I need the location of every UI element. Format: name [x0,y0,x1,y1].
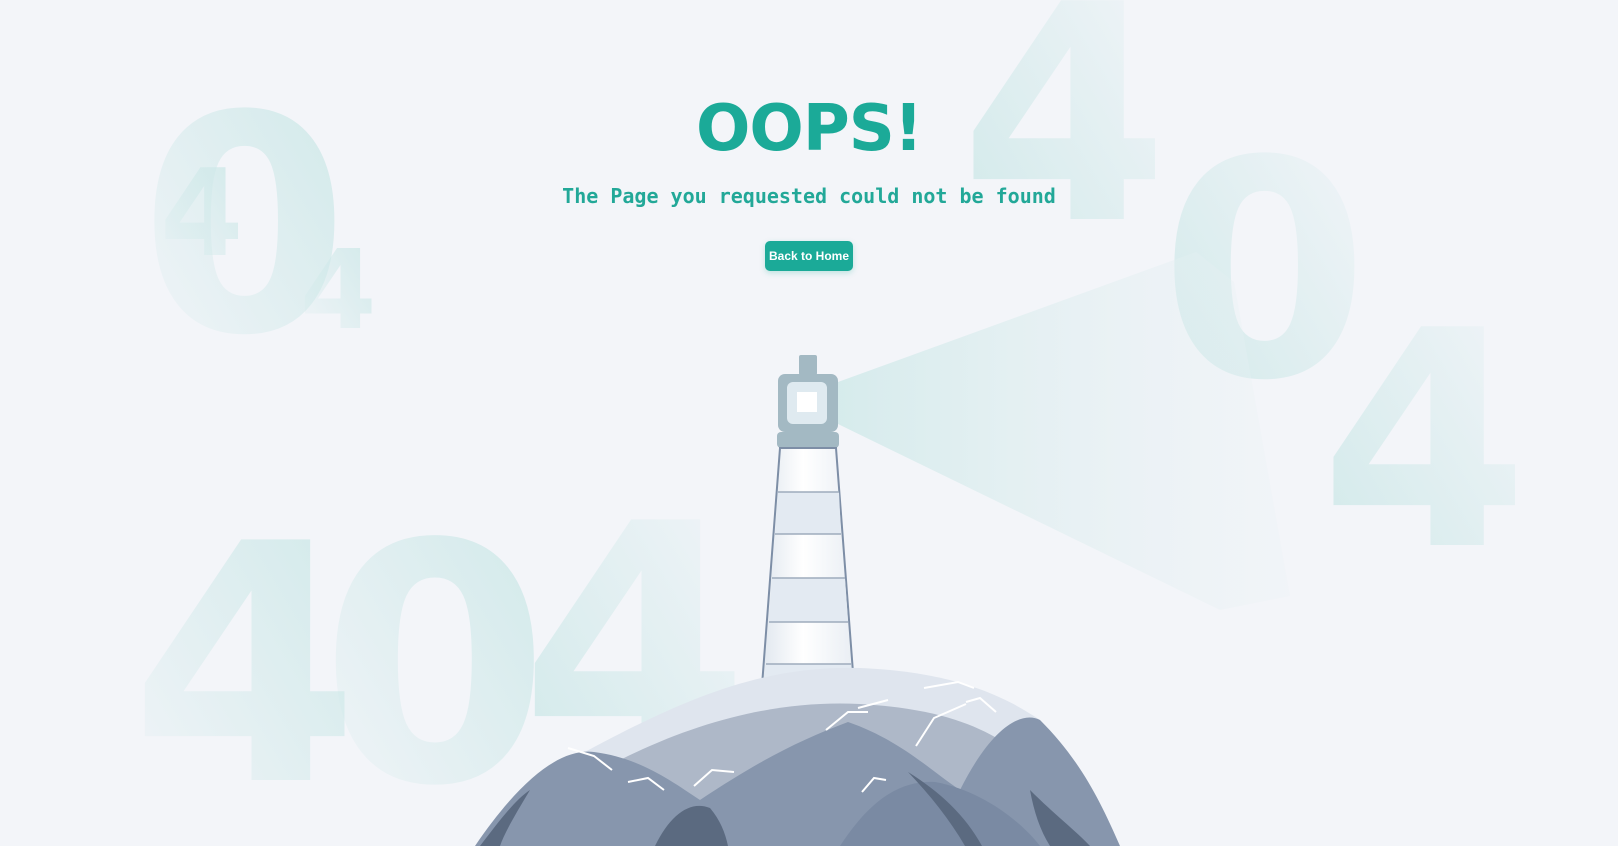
bg-digit: 0 [320,474,550,846]
light-beam [838,252,1290,610]
back-to-home-button[interactable]: Back to Home [765,241,853,271]
error-message: The Page you requested could not be foun… [562,184,1056,208]
page-title: OOPS! [696,92,923,166]
bg-digit: 4 [300,226,377,354]
bg-digit: 4 [1320,267,1529,616]
